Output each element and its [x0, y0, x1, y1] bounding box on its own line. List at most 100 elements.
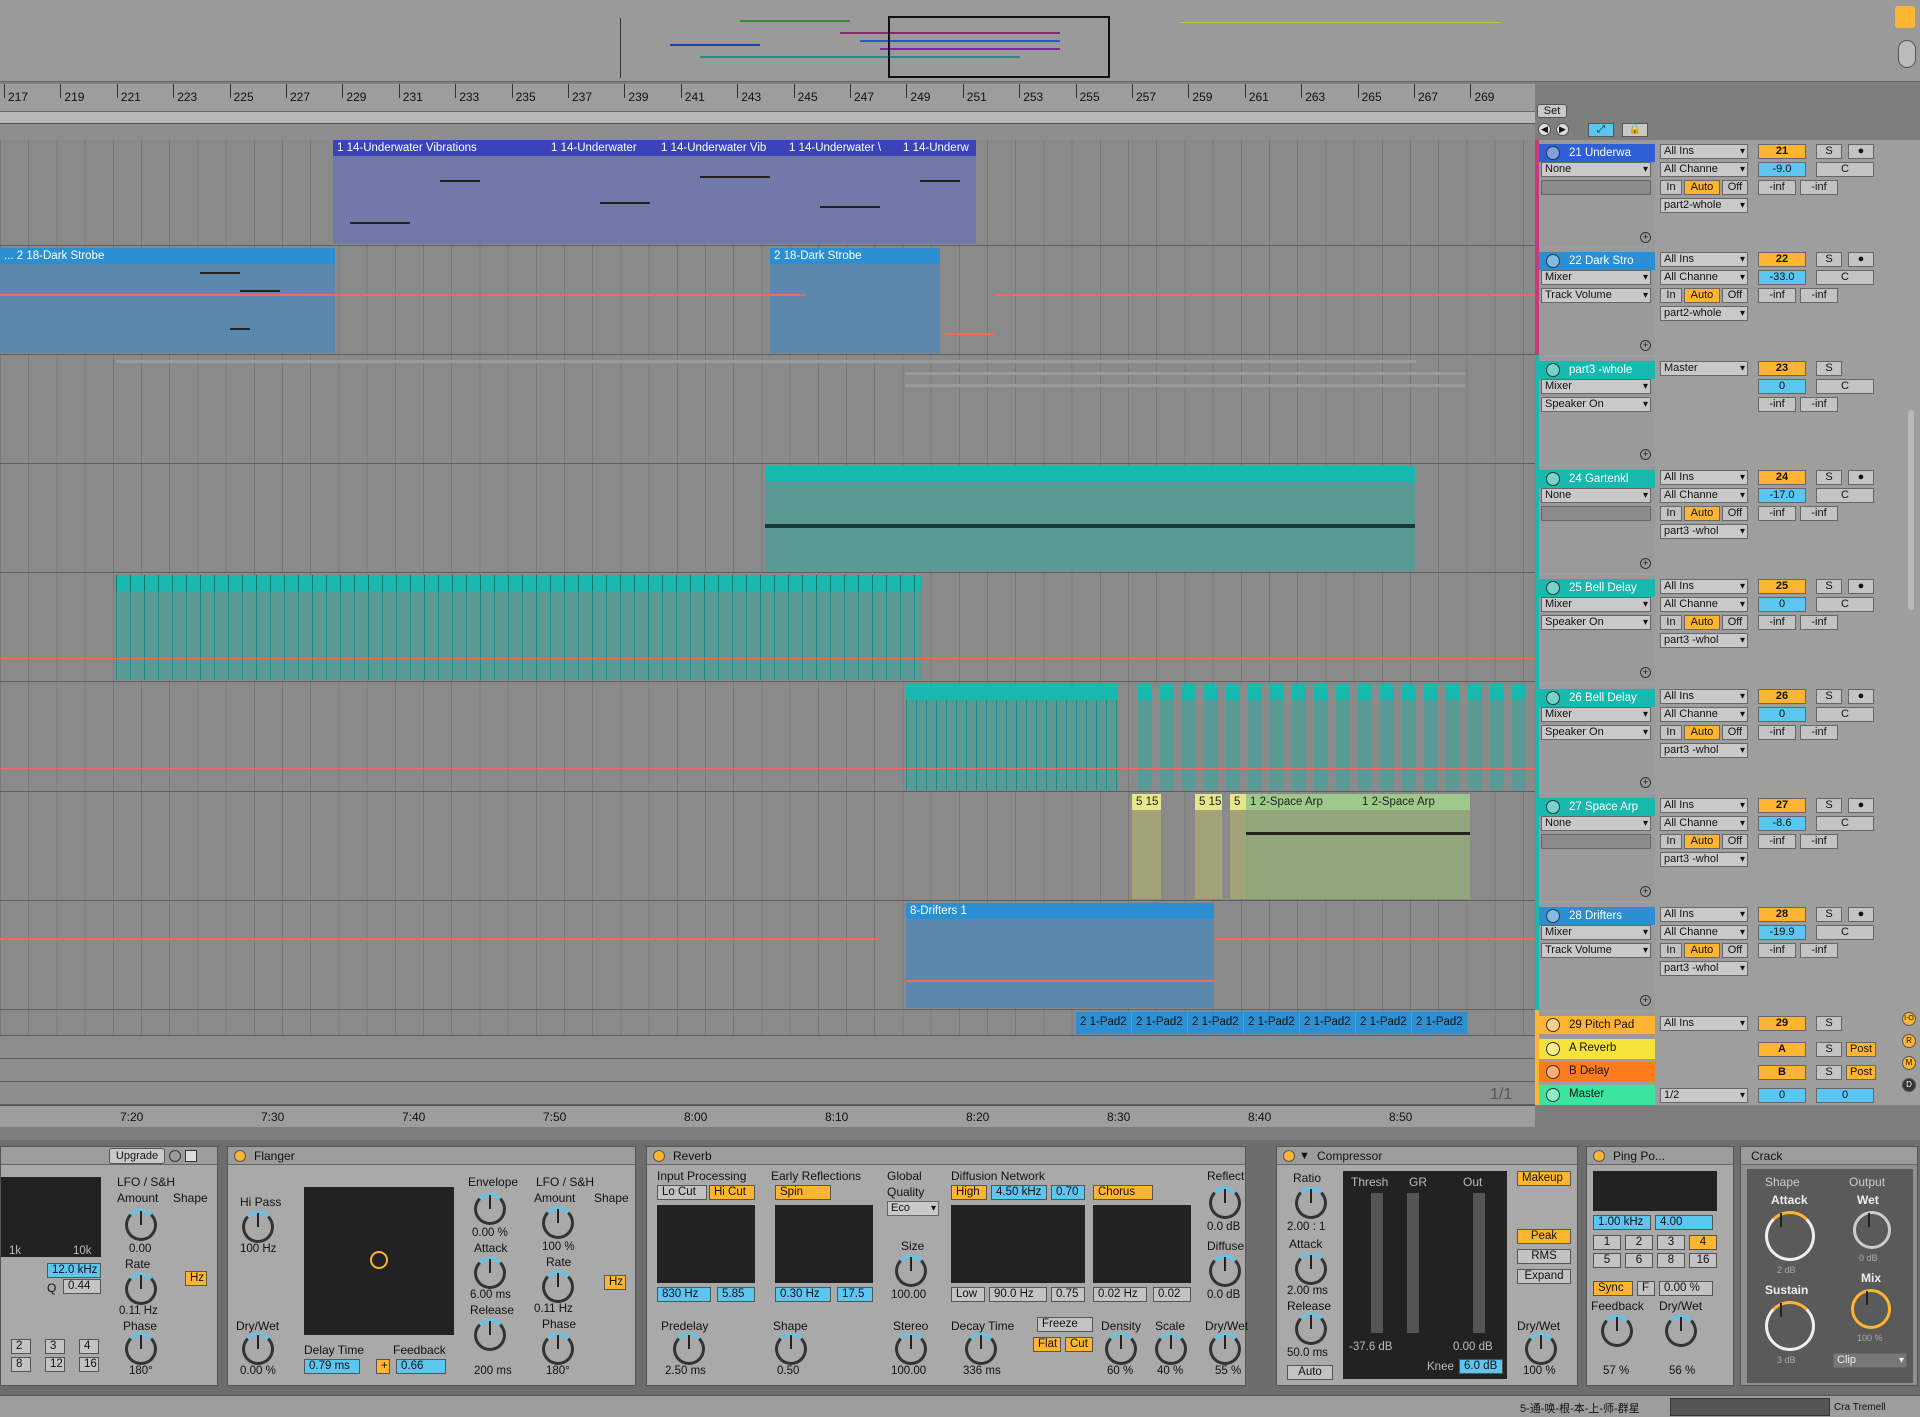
clip-dropdown[interactable]: Clip — [1833, 1353, 1907, 1368]
peak-meter-left[interactable]: -inf — [1758, 834, 1796, 849]
clip-space-arp[interactable]: 1 2-Space Arp — [1358, 794, 1470, 899]
clip-underwater[interactable]: 1 14-Underw — [899, 140, 976, 244]
output-dropdown[interactable]: part3 -whol — [1660, 961, 1748, 976]
phase-knob[interactable] — [125, 1333, 157, 1365]
returns-toggle-icon[interactable]: R — [1902, 1034, 1916, 1048]
track-activator[interactable]: 22 — [1758, 252, 1806, 267]
attack-knob[interactable] — [1765, 1211, 1815, 1261]
track-activator[interactable]: 21 — [1758, 144, 1806, 159]
solo-button[interactable]: S — [1816, 361, 1842, 376]
channel-dropdown[interactable]: All Channe — [1660, 597, 1748, 612]
clip-space-arp-short[interactable]: 5 — [1230, 794, 1246, 899]
dn-freq-field[interactable]: 4.50 kHz — [991, 1185, 1047, 1200]
beat-division-button[interactable]: 6 — [1625, 1253, 1653, 1268]
channel-dropdown[interactable]: All Channe — [1660, 488, 1748, 503]
automation-line[interactable] — [0, 768, 1535, 769]
sustain-knob[interactable] — [1765, 1301, 1815, 1351]
lock-icon[interactable]: 🔒 — [1622, 123, 1648, 137]
output-dropdown[interactable]: part3 -whol — [1660, 633, 1748, 648]
device-crack[interactable]: Crack Shape Output Attack 2 dB Wet 0 dB … — [1740, 1146, 1918, 1386]
input-type-dropdown[interactable]: Mixer — [1541, 597, 1651, 612]
input-dropdown[interactable]: All Ins — [1660, 689, 1748, 704]
phase-knob[interactable] — [542, 1333, 574, 1365]
output-dropdown[interactable]: part2-whole — [1660, 198, 1748, 213]
monitor-off-button[interactable]: Off — [1722, 615, 1748, 630]
rate-knob[interactable] — [125, 1273, 157, 1305]
amount-knob[interactable] — [125, 1209, 157, 1241]
add-automation-icon[interactable]: + — [1640, 340, 1651, 351]
beat-division-button[interactable]: 5 — [1593, 1253, 1621, 1268]
peak-meter-left[interactable]: -inf — [1758, 943, 1796, 958]
automation-line[interactable] — [0, 938, 878, 940]
device-compressor[interactable]: Compressor ▼ Ratio 2.00 : 1 Attack 2.00 … — [1276, 1146, 1578, 1386]
delay-time-field[interactable]: 0.79 ms — [304, 1359, 360, 1374]
clip-pad[interactable]: 2 1-Pad2 — [1188, 1012, 1243, 1034]
channel-dropdown[interactable]: All Channe — [1660, 162, 1748, 177]
monitor-in-button[interactable]: In — [1660, 506, 1682, 521]
feedback-knob[interactable] — [1601, 1315, 1633, 1347]
fold-icon[interactable] — [1546, 909, 1560, 923]
add-automation-icon[interactable]: + — [1640, 886, 1651, 897]
monitor-in-button[interactable]: In — [1660, 725, 1682, 740]
freq-field[interactable]: 1.00 kHz — [1593, 1215, 1651, 1230]
draw-mode-icon[interactable]: ⤢ — [1588, 123, 1614, 137]
er-freq-field[interactable]: 0.30 Hz — [775, 1287, 831, 1302]
beat-division-button[interactable]: 4 — [1689, 1235, 1717, 1250]
mix-knob[interactable] — [1851, 1289, 1891, 1329]
beat-ruler[interactable]: 217 219 221 223 225 227 229 231 233 235 237 239 241 2… — [0, 84, 1535, 112]
peak-meter-right[interactable]: -inf — [1800, 180, 1838, 195]
monitor-auto-button[interactable]: Auto — [1684, 615, 1720, 630]
drywet-knob[interactable] — [242, 1333, 274, 1365]
device-ping-pong[interactable]: Ping Po... 1.00 kHz 4.00 1 2 3 4 5 6 8 16 Sync … — [1586, 1146, 1734, 1386]
monitor-off-button[interactable]: Off — [1722, 180, 1748, 195]
fold-icon[interactable] — [1546, 146, 1560, 160]
track-activator[interactable]: 28 — [1758, 907, 1806, 922]
low-toggle[interactable]: Low — [951, 1287, 985, 1302]
q-field[interactable]: 0.44 — [63, 1279, 101, 1294]
monitor-auto-button[interactable]: Auto — [1684, 288, 1720, 303]
input-filter-display[interactable] — [657, 1205, 755, 1283]
pan-field[interactable]: C — [1816, 707, 1874, 722]
diffuse-knob[interactable] — [1209, 1255, 1241, 1287]
clip-pad[interactable]: 2 1-Pad2 — [1244, 1012, 1299, 1034]
volume-field[interactable]: -33.0 — [1758, 270, 1806, 285]
arm-icon[interactable]: ● — [1848, 144, 1874, 159]
decay-knob[interactable] — [965, 1333, 997, 1365]
io-toggle-icon[interactable]: I-O — [1902, 1012, 1916, 1026]
peak-meter-right[interactable]: -inf — [1800, 288, 1838, 303]
input-dropdown[interactable]: All Ins — [1660, 798, 1748, 813]
channel-dropdown[interactable]: All Channe — [1660, 816, 1748, 831]
return-activator[interactable]: B — [1758, 1065, 1806, 1080]
peak-meter-right[interactable]: -inf — [1800, 725, 1838, 740]
er-amount-field[interactable]: 17.5 — [837, 1287, 873, 1302]
channel-dropdown[interactable]: All Channe — [1660, 925, 1748, 940]
peak-meter-left[interactable]: -inf — [1758, 725, 1796, 740]
input-type-dropdown[interactable]: None — [1541, 816, 1651, 831]
clip-pad[interactable]: 2 1-Pad2 — [1412, 1012, 1467, 1034]
output-dropdown[interactable]: part3 -whol — [1660, 852, 1748, 867]
volume-field[interactable]: -8.6 — [1758, 816, 1806, 831]
quality-dropdown[interactable]: Eco — [887, 1201, 939, 1216]
fold-icon[interactable] — [1546, 472, 1560, 486]
master-output-dropdown[interactable]: 1/2 — [1660, 1088, 1748, 1103]
high-toggle[interactable]: High — [951, 1185, 987, 1200]
chorus-rate-field[interactable]: 0.02 Hz — [1093, 1287, 1147, 1302]
pan-field[interactable]: C — [1816, 597, 1874, 612]
add-automation-icon[interactable]: + — [1640, 667, 1651, 678]
drywet-knob[interactable] — [1209, 1333, 1241, 1365]
solo-button[interactable]: S — [1816, 470, 1842, 485]
size-knob[interactable] — [895, 1255, 927, 1287]
automation-dropdown[interactable]: Track Volume — [1541, 943, 1651, 958]
solo-button[interactable]: S — [1816, 798, 1842, 813]
track-activator[interactable]: 29 — [1758, 1016, 1806, 1031]
return-activator[interactable]: A — [1758, 1042, 1806, 1057]
feedback-field[interactable]: 0.66 — [396, 1359, 446, 1374]
pan-field[interactable]: C — [1816, 270, 1874, 285]
power-icon[interactable] — [234, 1150, 246, 1162]
lane-a-reverb[interactable] — [0, 1036, 1535, 1059]
automation-line[interactable] — [945, 333, 995, 335]
hot-swap-icon[interactable] — [169, 1150, 181, 1162]
input-dropdown[interactable]: All Ins — [1660, 579, 1748, 594]
auto-toggle[interactable]: Auto — [1287, 1365, 1333, 1380]
lane-b-delay[interactable] — [0, 1059, 1535, 1082]
